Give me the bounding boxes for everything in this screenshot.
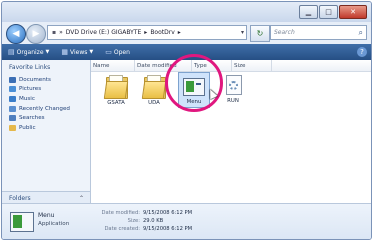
searches-icon (9, 115, 16, 122)
help-button[interactable]: ? (357, 47, 367, 57)
file-label: Menu (186, 99, 202, 105)
command-bar: ▤ Organize ▼ ▦ Views ▼ ▭ Open ? (2, 44, 371, 60)
public-icon (9, 124, 16, 131)
nav-link-music[interactable]: Music (2, 94, 90, 104)
search-input[interactable]: Search ⌕ (270, 25, 367, 40)
views-label: Views (70, 48, 88, 56)
open-button[interactable]: ▭ Open (99, 44, 136, 60)
nav-link-documents[interactable]: Documents (2, 75, 90, 85)
details-pane: Menu Application Date modified: 9/15/2008… (2, 203, 371, 239)
folder-icon (103, 75, 129, 99)
column-name[interactable]: Name (91, 60, 135, 71)
file-label: UDA (148, 100, 160, 106)
details-size-row: Size: 29.0 KB (90, 218, 164, 224)
favorite-links-heading: Favorite Links (9, 64, 51, 71)
chevron-down-icon: ▼ (45, 49, 50, 55)
application-icon (183, 78, 205, 96)
address-row: ◀ ▶ ▪ » DVD Drive (E:) GIGABYTE ▸ BootDr… (2, 22, 371, 44)
forward-button[interactable]: ▶ (26, 24, 46, 44)
file-item-menu[interactable]: Menu (178, 72, 210, 108)
minimize-icon: ▁ (305, 7, 312, 16)
details-date-modified-row: Date modified: 9/15/2008 6:12 PM (90, 210, 192, 216)
column-header-row: Name Date modified Type Size (91, 60, 371, 72)
nav-link-label: Documents (19, 76, 51, 83)
close-button[interactable]: ✕ (339, 5, 367, 19)
views-icon: ▦ (61, 48, 68, 56)
minimize-button[interactable]: ▁ (299, 5, 318, 19)
nav-link-recently-changed[interactable]: Recently Changed (2, 104, 90, 114)
organize-label: Organize (16, 48, 44, 56)
open-icon: ▭ (105, 48, 112, 56)
nav-link-label: Recently Changed (19, 105, 70, 112)
open-label: Open (113, 48, 130, 56)
file-item-uda[interactable]: UDA (137, 75, 171, 106)
window-controls: ▁ □ ✕ (298, 5, 367, 19)
column-date-label: Date modified (137, 62, 177, 69)
chevron-up-icon: ⌃ (78, 195, 84, 202)
file-label: RUN (227, 98, 239, 104)
chevron-down-icon: ▼ (89, 49, 94, 55)
maximize-button[interactable]: □ (319, 5, 338, 19)
breadcrumb-drive[interactable]: DVD Drive (E:) GIGABYTE (66, 29, 142, 36)
date-modified-value: 9/15/2008 6:12 PM (143, 210, 193, 216)
nav-link-label: Pictures (19, 86, 42, 93)
date-created-label: Date created: (104, 226, 140, 232)
folders-label: Folders (9, 195, 31, 202)
documents-icon (9, 76, 16, 83)
column-type-label: Type (194, 62, 207, 69)
maximize-icon: □ (325, 7, 332, 16)
folder-icon (141, 75, 167, 99)
organize-button[interactable]: ▤ Organize ▼ (2, 44, 55, 60)
breadcrumb-folder[interactable]: BootDrv (150, 29, 174, 36)
file-list-pane: Name Date modified Type Size GSATA UDA M… (91, 54, 371, 205)
nav-link-label: Searches (19, 115, 45, 122)
column-size[interactable]: Size (232, 60, 272, 71)
script-gear-icon (224, 75, 242, 95)
column-name-label: Name (93, 62, 110, 69)
back-button[interactable]: ◀ (6, 24, 26, 44)
date-created-value: 9/15/2008 6:12 PM (143, 226, 193, 232)
recently-changed-icon (9, 105, 16, 112)
search-icon[interactable]: ⌕ (359, 28, 363, 38)
details-file-name: Menu (38, 212, 55, 219)
column-date-modified[interactable]: Date modified (135, 60, 192, 71)
nav-link-public[interactable]: Public (2, 123, 90, 133)
details-file-type: Application (38, 221, 70, 227)
close-icon: ✕ (350, 7, 356, 16)
pictures-icon (9, 86, 16, 93)
music-icon (9, 95, 16, 102)
size-value: 29.0 KB (143, 218, 164, 224)
application-icon (10, 212, 34, 232)
size-label: Size: (127, 218, 140, 224)
title-bar: ▁ □ ✕ (2, 2, 371, 22)
column-type[interactable]: Type (192, 60, 232, 71)
chevron-right-icon: » (59, 29, 63, 36)
navigation-pane: Favorite Links Documents Pictures Music Rec… (2, 60, 91, 205)
nav-link-pictures[interactable]: Pictures (2, 85, 90, 95)
nav-link-label: Music (19, 95, 35, 102)
explorer-window: ▁ □ ✕ ◀ ▶ ▪ » DVD Drive (E:) GIGABYTE ▸ … (1, 1, 372, 240)
chevron-right-icon: ▸ (177, 29, 181, 36)
help-icon: ? (360, 48, 364, 56)
column-size-label: Size (234, 62, 246, 69)
date-modified-label: Date modified: (101, 210, 140, 216)
search-placeholder: Search (274, 29, 295, 36)
organize-icon: ▤ (8, 48, 15, 56)
address-bar[interactable]: ▪ » DVD Drive (E:) GIGABYTE ▸ BootDrv ▸ … (47, 25, 247, 40)
nav-link-searches[interactable]: Searches (2, 113, 90, 123)
chevron-right-icon: ▸ (144, 29, 148, 36)
views-button[interactable]: ▦ Views ▼ (55, 44, 99, 60)
refresh-button[interactable]: ↻ (250, 25, 270, 42)
details-date-created-row: Date created: 9/15/2008 6:12 PM (90, 226, 192, 232)
back-arrow-icon: ◀ (12, 28, 20, 39)
refresh-icon: ↻ (256, 29, 264, 38)
nav-link-label: Public (19, 124, 36, 131)
drive-icon: ▪ (52, 29, 57, 36)
file-item-run[interactable]: RUN (216, 75, 250, 104)
file-item-gsata[interactable]: GSATA (99, 75, 133, 106)
file-label: GSATA (107, 100, 125, 106)
favorite-links-list: Documents Pictures Music Recently Changed Se… (2, 75, 90, 133)
chevron-down-icon[interactable]: ▾ (241, 29, 244, 36)
forward-arrow-icon: ▶ (32, 28, 40, 39)
